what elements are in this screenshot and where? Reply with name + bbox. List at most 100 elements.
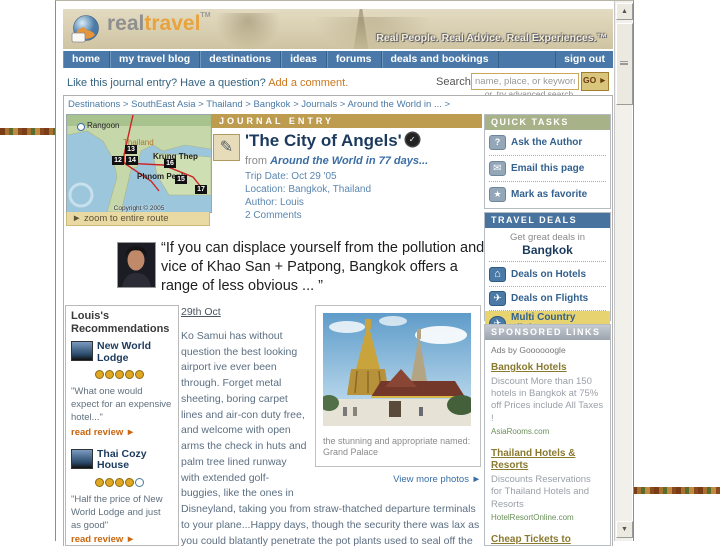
task-label: Email this page	[511, 163, 585, 174]
sponsored-ad: Thailand Hotels & Resorts Discounts Rese…	[491, 448, 604, 522]
route-marker[interactable]: 15	[175, 175, 187, 184]
entry-date-link[interactable]: 29th Oct	[181, 305, 221, 321]
view-more-photos-link[interactable]: View more photos ►	[315, 473, 481, 487]
main-nav: home my travel blog destinations ideas forum…	[63, 51, 613, 68]
route-marker[interactable]: 17	[195, 185, 207, 194]
ad-url[interactable]: AsiaRooms.com	[491, 427, 604, 436]
logo-trademark: TM	[200, 12, 211, 19]
task-label: Ask the Author	[511, 137, 583, 148]
star-icon	[489, 187, 506, 202]
rating-dot-filled	[95, 477, 104, 487]
photo-frame[interactable]: the stunning and appropriate named: Gran…	[315, 305, 481, 468]
photo-block: the stunning and appropriate named: Gran…	[315, 305, 481, 487]
route-map[interactable]: Rangoon Thailand Krung Thep Phnom Penh 1…	[66, 114, 212, 213]
deals-intro: Get great deals in	[510, 232, 585, 243]
ad-body: Discount More than 150 hotels in Bangkok…	[491, 375, 604, 424]
recommendation-item: New World Lodge "What one would expect f…	[71, 340, 173, 438]
rating-dot-filled	[115, 370, 124, 380]
zoom-to-route-link[interactable]: ► zoom to entire route	[66, 212, 210, 226]
trip-location: Location: Bangkok, Thailand	[245, 184, 372, 195]
search-input[interactable]	[471, 73, 579, 90]
journal-title: 'The City of Angels'	[245, 131, 419, 151]
plane-icon	[489, 291, 506, 306]
rating-dot-filled	[115, 477, 124, 487]
sponsored-links-panel: SPONSORED LINKS Ads by Goooooogle Bangko…	[484, 324, 611, 546]
deals-city-link[interactable]: Bangkok	[489, 243, 606, 262]
map-label-rangoon: Rangoon	[87, 121, 120, 130]
route-marker[interactable]: 14	[126, 156, 138, 165]
travel-deals-title: TRAVEL DEALS	[485, 213, 610, 228]
slide-decoration-left	[0, 128, 57, 135]
deal-label: Deals on Hotels	[511, 269, 587, 280]
recommendations-panel: Louis's Recommendations New World Lodge …	[65, 305, 179, 546]
nav-item-home[interactable]: home	[63, 51, 111, 68]
ad-title-link[interactable]: Bangkok Hotels	[491, 362, 604, 375]
sponsored-links-title: SPONSORED LINKS	[485, 325, 610, 340]
verified-badge-icon	[405, 133, 419, 146]
question-icon	[489, 135, 506, 150]
map-copyright: Copyright © 2005	[113, 205, 165, 212]
recommendation-item: Thai Cozy House "Half the price of New W…	[71, 448, 173, 545]
nav-item-destinations[interactable]: destinations	[200, 51, 282, 68]
banner-landmark-art	[213, 13, 283, 49]
rating-dot-filled	[125, 370, 134, 380]
nav-item-my-travel-blog[interactable]: my travel blog	[110, 51, 201, 68]
ask-the-author-link[interactable]: Ask the Author	[489, 130, 606, 156]
logo-wordmark[interactable]: realtravelTM	[107, 12, 211, 36]
journal-pull-quote: “If you can displace yourself from the p…	[161, 240, 485, 295]
journal-title-text: 'The City of Angels'	[245, 131, 402, 150]
route-marker[interactable]: 12	[112, 156, 124, 165]
route-marker[interactable]: 13	[125, 145, 137, 154]
task-label: Mark as favorite	[511, 189, 588, 200]
quick-tasks-title: QUICK TASKS	[485, 115, 610, 130]
journal-series-link[interactable]: Around the World in 77 days...	[270, 155, 428, 167]
mark-as-favorite-link[interactable]: Mark as favorite	[489, 182, 606, 207]
grand-palace-photo	[319, 313, 475, 426]
site-banner: realtravelTM Real People. Real Advice. R…	[63, 9, 613, 49]
globe-logo-icon[interactable]	[69, 14, 109, 46]
hotel-name-link[interactable]: Thai Cozy House	[97, 448, 173, 472]
deals-on-hotels-link[interactable]: Deals on Hotels	[489, 263, 606, 287]
hotel-icon	[489, 267, 506, 282]
hotel-name-link[interactable]: New World Lodge	[97, 340, 173, 364]
comments-link[interactable]: 2 Comments	[245, 210, 302, 221]
hotel-thumbnail[interactable]	[71, 448, 93, 469]
scroll-down-button[interactable]	[616, 521, 633, 538]
recommendations-title: Louis's Recommendations	[71, 310, 170, 335]
scrollbar-thumb[interactable]	[616, 23, 633, 105]
ads-by-label: Ads by Goooooogle	[491, 345, 566, 355]
author-avatar	[117, 242, 156, 288]
from-label: from	[245, 155, 267, 167]
breadcrumb[interactable]: Destinations > SouthEast Asia > Thailand…	[68, 99, 450, 110]
trip-date: Trip Date: Oct 29 '05	[245, 171, 337, 182]
comment-prompt-text: Like this journal entry? Have a question…	[67, 77, 266, 89]
ad-title-link[interactable]: Thailand Hotels & Resorts	[491, 448, 604, 473]
slide-decoration-right	[632, 487, 720, 494]
site-tagline: Real People. Real Advice. Real Experienc…	[376, 32, 607, 44]
nav-item-forums[interactable]: forums	[327, 51, 382, 68]
journal-from-line: from Around the World in 77 days...	[245, 155, 428, 167]
nav-item-ideas[interactable]: ideas	[281, 51, 327, 68]
sponsored-ad: Bangkok Hotels Discount More than 150 ho…	[491, 362, 604, 436]
rating-dot-filled	[135, 370, 144, 380]
deal-label: Deals on Flights	[511, 293, 589, 304]
webpage: realtravelTM Real People. Real Advice. R…	[63, 5, 613, 546]
review-quote: "Half the price of New World Lodge and j…	[71, 493, 163, 531]
hotel-thumbnail[interactable]	[71, 341, 93, 362]
trip-author: Author: Louis	[245, 197, 304, 208]
photo-caption: the stunning and appropriate named: Gran…	[323, 435, 471, 458]
rating-dot-empty	[135, 477, 144, 487]
nav-item-sign-out[interactable]: sign out	[555, 51, 613, 68]
scroll-up-button[interactable]	[616, 3, 633, 20]
vertical-scrollbar[interactable]	[614, 1, 633, 541]
rating-dots	[95, 474, 173, 492]
comment-prompt: Like this journal entry? Have a question…	[67, 77, 348, 89]
email-this-page-link[interactable]: Email this page	[489, 156, 606, 182]
read-review-link[interactable]: read review ►	[71, 427, 173, 438]
deals-on-flights-link[interactable]: Deals on Flights	[489, 287, 606, 311]
add-comment-link[interactable]: Add a comment.	[268, 77, 348, 89]
ad-url[interactable]: HotelResortOnline.com	[491, 513, 604, 522]
journal-pencil-icon	[213, 134, 240, 161]
route-marker[interactable]: 16	[164, 159, 176, 168]
nav-item-deals-bookings[interactable]: deals and bookings	[382, 51, 499, 68]
